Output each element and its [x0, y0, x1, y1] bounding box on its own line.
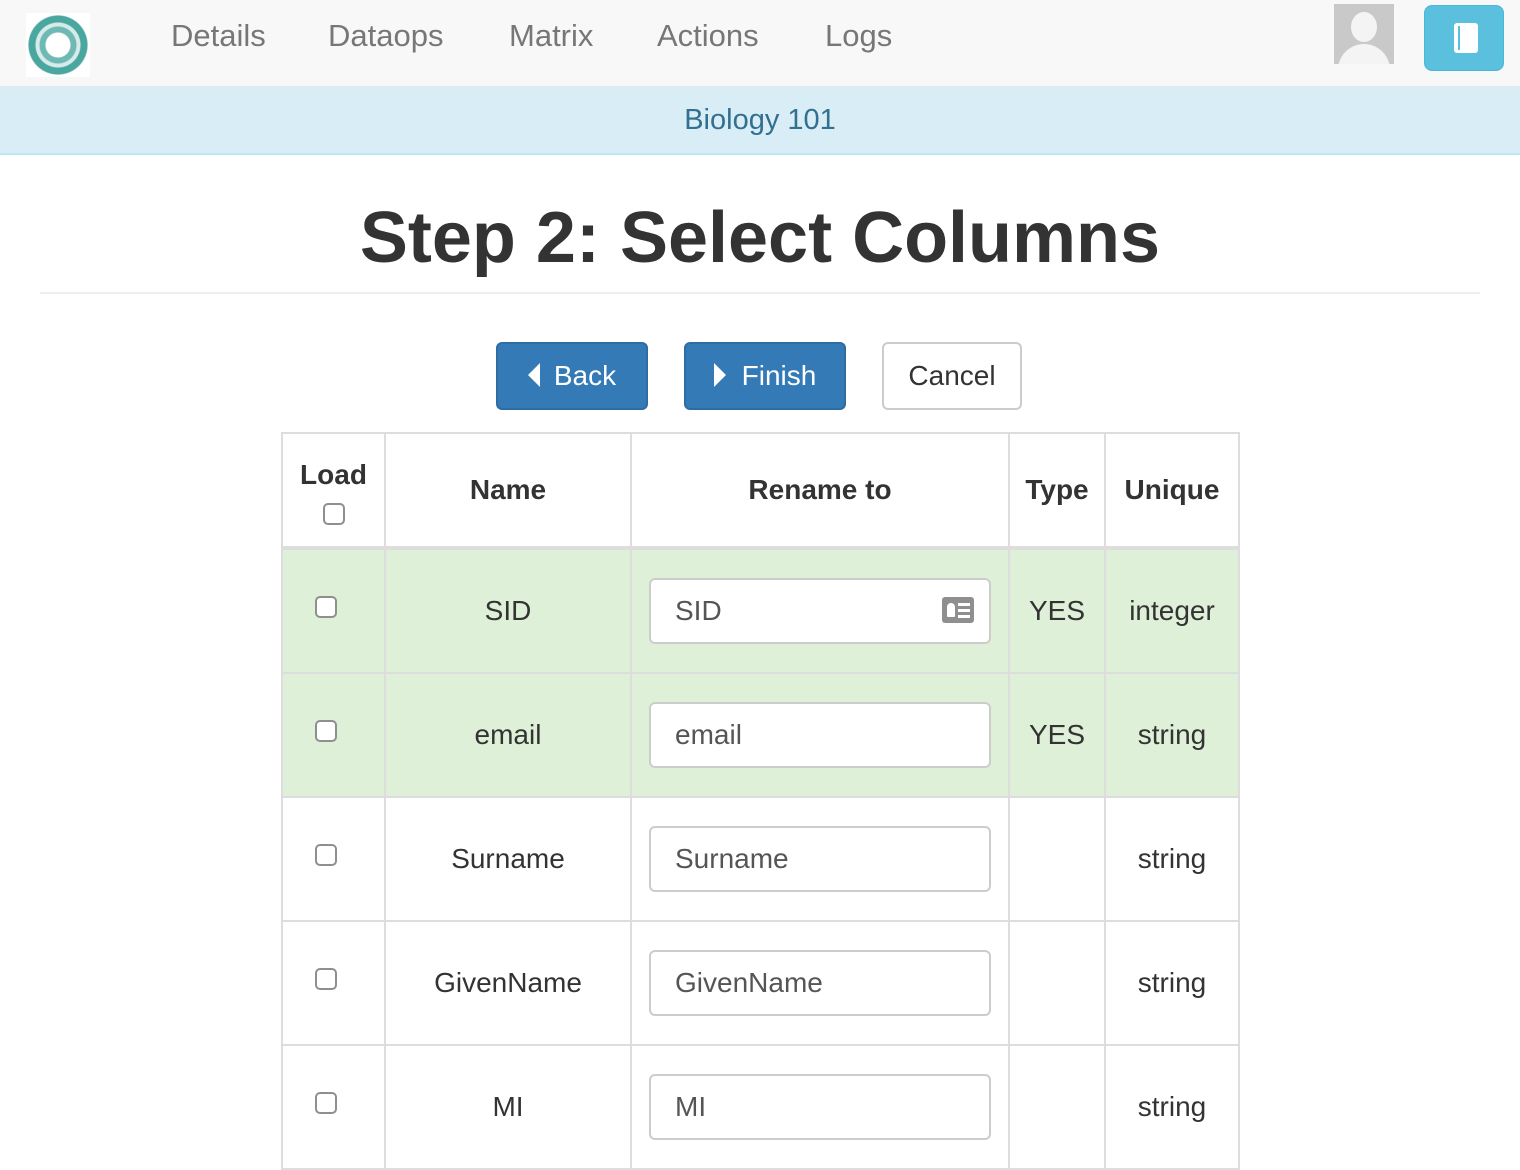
column-type: YES — [1008, 547, 1106, 674]
rename-input[interactable] — [649, 1074, 991, 1140]
column-name: Surname — [384, 796, 632, 922]
book-icon — [1454, 23, 1478, 53]
rename-cell — [630, 1044, 1010, 1170]
heading-divider — [40, 292, 1480, 294]
documentation-button[interactable] — [1424, 5, 1504, 71]
back-button[interactable]: Back — [496, 342, 648, 410]
finish-button-label: Finish — [741, 360, 817, 391]
column-unique: string — [1104, 672, 1240, 798]
load-checkbox[interactable] — [314, 595, 337, 618]
column-unique: string — [1104, 1044, 1240, 1170]
avatar-body — [1338, 44, 1390, 64]
column-type — [1008, 920, 1106, 1046]
column-type: YES — [1008, 672, 1106, 798]
load-cell — [281, 920, 386, 1046]
column-name: SID — [384, 547, 632, 674]
column-header-type: Type — [1008, 432, 1106, 550]
load-cell — [281, 672, 386, 798]
load-checkbox[interactable] — [314, 719, 337, 742]
app-logo[interactable] — [26, 13, 90, 77]
cancel-button-label: Cancel — [908, 360, 996, 391]
load-checkbox[interactable] — [314, 967, 337, 990]
logo-icon — [28, 15, 88, 75]
column-header-load: Load — [281, 432, 386, 550]
column-unique: integer — [1104, 547, 1240, 674]
column-unique: string — [1104, 920, 1240, 1046]
columns-table: Load Name Rename to Type Unique SID YES … — [281, 432, 1240, 1170]
rename-cell — [630, 796, 1010, 922]
avatar-head — [1351, 12, 1377, 42]
caret-left-icon — [527, 362, 540, 387]
load-cell — [281, 1044, 386, 1170]
rename-input[interactable] — [649, 702, 991, 768]
rename-cell — [630, 547, 1010, 674]
page-title: Step 2: Select Columns — [359, 198, 1161, 278]
table-row: GivenName string — [281, 920, 1240, 1046]
column-header-rename: Rename to — [630, 432, 1010, 550]
column-name: GivenName — [384, 920, 632, 1046]
load-cell — [281, 547, 386, 674]
column-unique: string — [1104, 796, 1240, 922]
nav-logs[interactable]: Logs — [825, 14, 892, 58]
load-checkbox[interactable] — [314, 1091, 337, 1114]
table-row: MI string — [281, 1044, 1240, 1170]
column-header-name: Name — [384, 432, 632, 550]
user-avatar[interactable] — [1334, 4, 1394, 64]
load-cell — [281, 796, 386, 922]
course-banner: Biology 101 — [0, 87, 1520, 155]
column-type — [1008, 796, 1106, 922]
table-row: email YES string — [281, 672, 1240, 798]
nav-details[interactable]: Details — [171, 14, 266, 58]
finish-button[interactable]: Finish — [684, 342, 846, 410]
rename-cell — [630, 920, 1010, 1046]
back-button-label: Back — [553, 360, 617, 391]
rename-input[interactable] — [649, 826, 991, 892]
rename-cell — [630, 672, 1010, 798]
nav-matrix[interactable]: Matrix — [509, 14, 593, 58]
load-checkbox[interactable] — [314, 843, 337, 866]
column-name: email — [384, 672, 632, 798]
select-all-checkbox[interactable] — [322, 502, 345, 525]
column-name: MI — [384, 1044, 632, 1170]
nav-dataops[interactable]: Dataops — [328, 14, 443, 58]
table-row: Surname string — [281, 796, 1240, 922]
table-row: SID YES integer — [281, 547, 1240, 674]
column-header-unique: Unique — [1104, 432, 1240, 550]
table-header-row: Load Name Rename to Type Unique — [281, 432, 1240, 550]
nav-actions[interactable]: Actions — [657, 14, 759, 58]
column-type — [1008, 1044, 1106, 1170]
rename-input[interactable] — [649, 950, 991, 1016]
caret-right-icon — [713, 362, 726, 387]
top-navbar: Details Dataops Matrix Actions Logs — [0, 0, 1520, 87]
rename-input[interactable] — [649, 578, 991, 644]
cancel-button[interactable]: Cancel — [882, 342, 1022, 410]
load-header-label: Load — [300, 459, 367, 491]
